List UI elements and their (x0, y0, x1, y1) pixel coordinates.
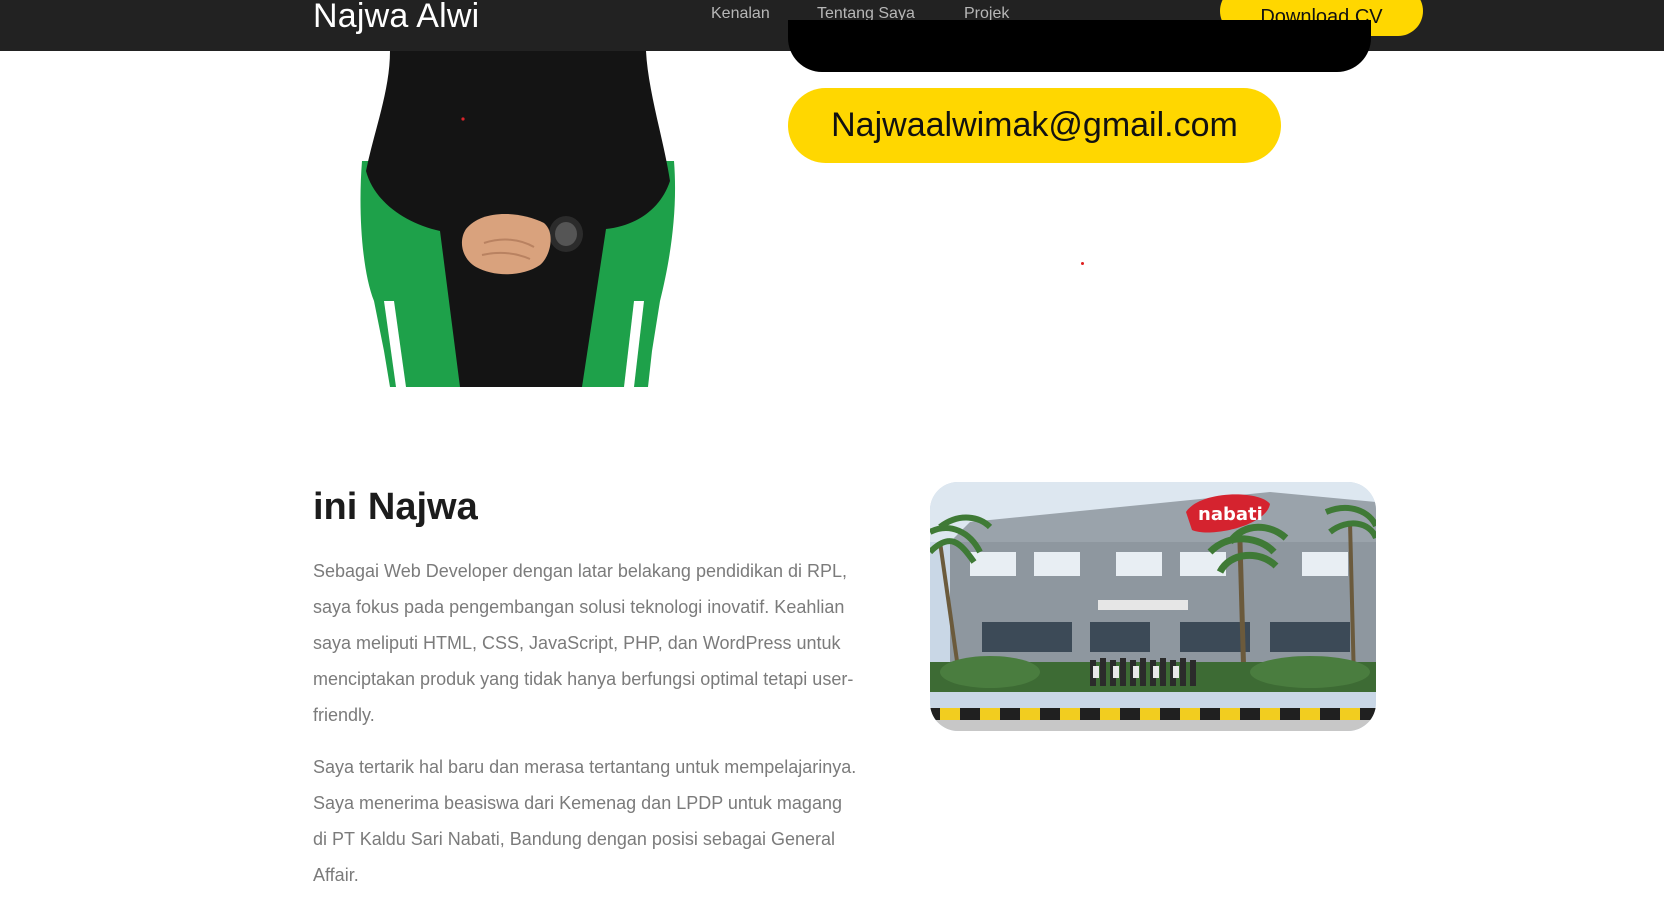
nabati-sign-text: nabati (1198, 504, 1263, 525)
about-paragraph: Sebagai Web Developer dengan latar belak… (313, 561, 854, 725)
decorative-dot (1081, 262, 1084, 265)
brand-name[interactable]: Najwa Alwi (313, 0, 479, 36)
about-paragraph: Saya tertarik hal baru dan merasa tertan… (313, 757, 857, 885)
dark-banner-pill (788, 20, 1371, 72)
nav-link-kenalan[interactable]: Kenalan (711, 4, 770, 24)
about-title: ini Najwa (313, 486, 478, 528)
profile-photo (344, 51, 694, 387)
email-button[interactable]: Najwaalwimak@gmail.com (788, 88, 1281, 163)
internship-group-photo: nabati (930, 482, 1376, 731)
